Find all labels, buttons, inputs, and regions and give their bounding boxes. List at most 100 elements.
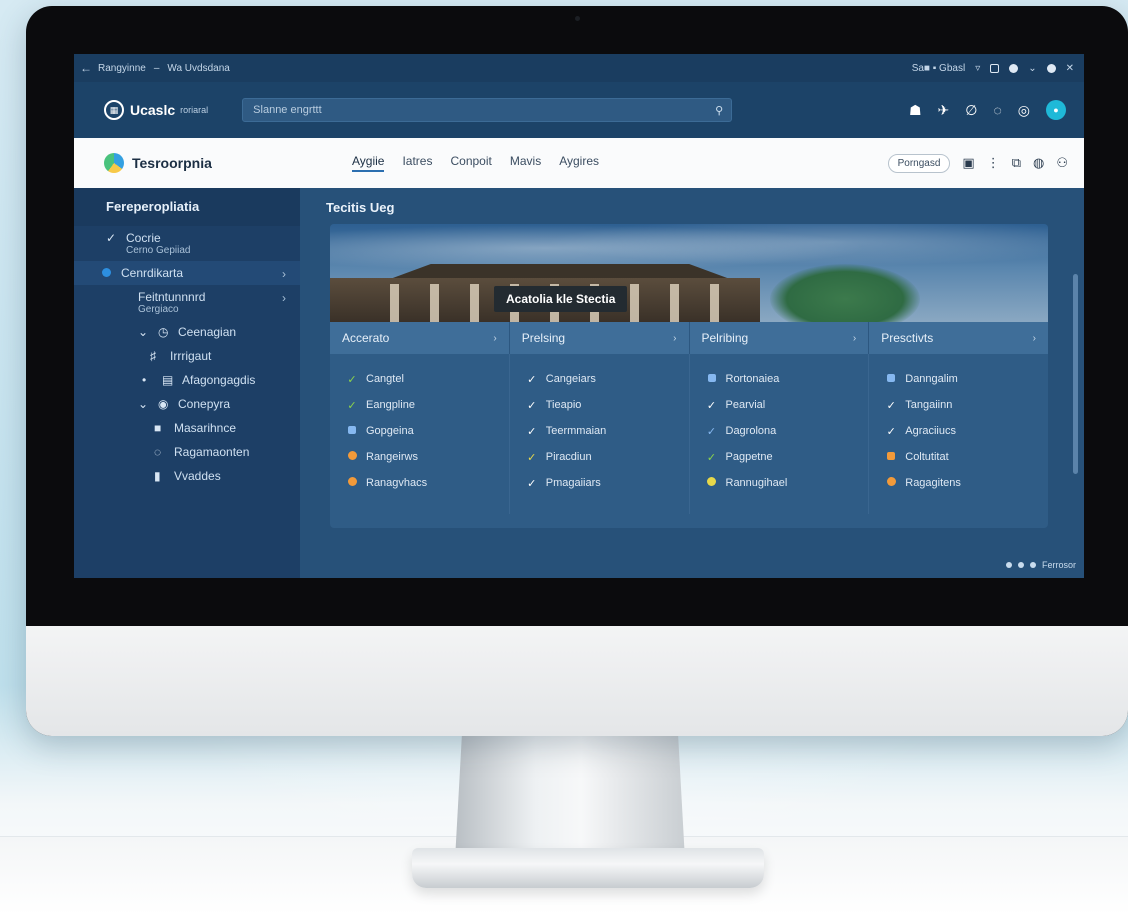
breadcrumb-first[interactable]: Rangyinne [98, 63, 146, 74]
sidebar-item-3[interactable]: Feitntunnnrd Gergiaco › [74, 285, 300, 320]
pin-icon[interactable]: ✈ [938, 102, 950, 119]
monitor-chin [26, 626, 1128, 736]
monitor-stand-base [412, 848, 764, 888]
scrollbar[interactable] [1073, 274, 1078, 474]
list-item-label: Ragagitens [905, 477, 961, 489]
sidebar-title: Fereperopliatia [74, 188, 300, 226]
check-icon: ✓ [706, 451, 717, 464]
category-header-4[interactable]: Presctivts › [869, 322, 1048, 354]
list-item[interactable]: Rortonaiea [706, 366, 855, 392]
circle-icon [706, 477, 718, 489]
category-header-3[interactable]: Pelribing › [689, 322, 870, 354]
check-icon: ✓ [706, 399, 717, 412]
list-item[interactable]: ✓ Tieapio [526, 392, 675, 418]
circle-icon [885, 477, 897, 489]
list-item[interactable]: ✓ Teermmaian [526, 418, 675, 444]
list-item[interactable]: Rannugihael [706, 470, 855, 496]
page-title: Tecitis Ueg [326, 200, 395, 215]
list-item[interactable]: ✓ Tangaiinn [885, 392, 1034, 418]
list-item[interactable]: ✓ Eangpline [346, 392, 495, 418]
list-item-label: Cangeiars [545, 373, 596, 385]
document-icon[interactable]: ▣ [962, 155, 974, 171]
building-column [470, 284, 479, 322]
globe-icon[interactable]: ◍ [1033, 155, 1044, 171]
tab-1[interactable]: Aygiie [352, 154, 385, 172]
square-icon [706, 373, 718, 385]
close-icon[interactable]: ✕ [1066, 63, 1074, 74]
more-icon[interactable]: ⋮ [987, 155, 1000, 171]
list-item[interactable]: Danngalim [885, 366, 1034, 392]
list-item[interactable]: ✓ Cangeiars [526, 366, 675, 392]
wifi-icon[interactable]: ▿ [975, 63, 980, 74]
brand-name: Tesroorpnia [132, 155, 212, 171]
list-item[interactable]: ✓ Pmagaiiars [526, 470, 675, 496]
link-icon[interactable]: ∅ [965, 102, 977, 119]
search-bar[interactable]: ⚲ [242, 98, 733, 122]
list-item[interactable]: ✓ Piracdiun [526, 444, 675, 470]
screen: ← Rangyinne – Wa Uvdsdana Sa■ ▪ Gbasl ▿ … [74, 54, 1084, 578]
breadcrumb-second[interactable]: Wa Uvdsdana [167, 63, 229, 74]
square-icon: ■ [154, 421, 162, 435]
logo-grid-icon: ▦ [104, 100, 124, 120]
main-content: Tecitis Ueg Acatolia kle Stectia Accerat… [300, 188, 1084, 578]
sidebar-item-10[interactable]: ▮ Vvaddes [74, 464, 300, 488]
list-item-label: Rannugihael [725, 477, 788, 489]
list-item[interactable]: ✓ Cangtel [346, 366, 495, 392]
tab-2[interactable]: Iatres [402, 154, 432, 172]
chevron-down-icon[interactable]: ⌄ [1028, 63, 1036, 74]
briefcase-icon[interactable]: ☗ [909, 102, 922, 119]
hero-banner[interactable]: Acatolia kle Stectia [330, 224, 1048, 322]
sidebar-item-5[interactable]: ♯ Irrrigaut [74, 344, 300, 368]
sidebar-item-8[interactable]: ■ Masarihnce [74, 416, 300, 440]
chat-icon[interactable]: ◌ [993, 102, 1001, 118]
app-logo[interactable]: ▦ Ucaslc roriaral [104, 100, 208, 120]
sidebar-item-2[interactable]: Cenrdikarta › [74, 261, 300, 285]
nav-action-button[interactable]: Porngasd [887, 153, 951, 173]
list-item[interactable]: Ragagitens [885, 470, 1034, 496]
list-item[interactable]: ✓ Pearvial [706, 392, 855, 418]
record-icon[interactable] [1009, 63, 1019, 73]
back-arrow-icon[interactable]: ← [74, 61, 98, 75]
list-item[interactable]: Rangeirws [346, 444, 495, 470]
settings-icon[interactable]: ◎ [1018, 102, 1030, 119]
category-header-2[interactable]: Prelsing › [509, 322, 690, 354]
sidebar-item-7[interactable]: ⌄ ◉ Conepyra [74, 392, 300, 416]
tab-4[interactable]: Mavis [510, 154, 541, 172]
brand[interactable]: Tesroorpnia [104, 153, 324, 173]
user-avatar-icon[interactable]: ● [1046, 100, 1066, 120]
list-item-label: Pearvial [725, 399, 766, 411]
category-header-label: Accerato [342, 331, 390, 345]
sidebar-item-9[interactable]: ◌ Ragamaonten [74, 440, 300, 464]
monitor-stand-neck [455, 735, 685, 860]
list-item[interactable]: Ranagvhacs [346, 470, 495, 496]
sidebar-item-label: Conepyra [178, 397, 231, 411]
check-icon: ✓ [347, 373, 357, 386]
list-item[interactable]: ✓ Agraciiucs [885, 418, 1034, 444]
tab-3[interactable]: Conpoit [450, 154, 491, 172]
list-item-label: Piracdiun [545, 451, 592, 463]
sidebar-item-label: Vvaddes [174, 469, 221, 483]
chevron-right-icon: › [852, 332, 857, 344]
list-item[interactable]: Gopgeina [346, 418, 495, 444]
header-icon-group: ☗ ✈ ∅ ◌ ◎ ● [909, 100, 1066, 120]
window-icon[interactable] [990, 63, 1000, 73]
list-item[interactable]: ✓ Pagpetne [706, 444, 855, 470]
building-column [710, 284, 719, 322]
list-item-label: Agraciiucs [905, 425, 956, 437]
tab-5[interactable]: Aygires [559, 154, 599, 172]
chevron-right-icon: › [282, 291, 286, 305]
breadcrumb-separator: – [153, 62, 160, 74]
copy-icon[interactable]: ⧉ [1012, 155, 1021, 171]
user-icon[interactable]: ⚇ [1056, 155, 1068, 171]
sidebar-item-6[interactable]: • ▤ Afagongagdis [74, 368, 300, 392]
search-input[interactable] [251, 103, 716, 117]
building-roof [392, 264, 728, 278]
profile-dot-icon[interactable] [1046, 63, 1056, 73]
list-item[interactable]: Coltutitat [885, 444, 1034, 470]
category-header-1[interactable]: Accerato › [330, 322, 510, 354]
category-column-3: Rortonaiea ✓ Pearvial ✓ Dagrolona ✓ Pagpetn… [690, 354, 870, 514]
sidebar-item-1[interactable]: ✓ Cocrie Cerno Gepiiad [74, 226, 300, 261]
list-item[interactable]: ✓ Dagrolona [706, 418, 855, 444]
search-icon[interactable]: ⚲ [715, 104, 723, 117]
sidebar-item-4[interactable]: ⌄ ◷ Ceenagian [74, 320, 300, 344]
